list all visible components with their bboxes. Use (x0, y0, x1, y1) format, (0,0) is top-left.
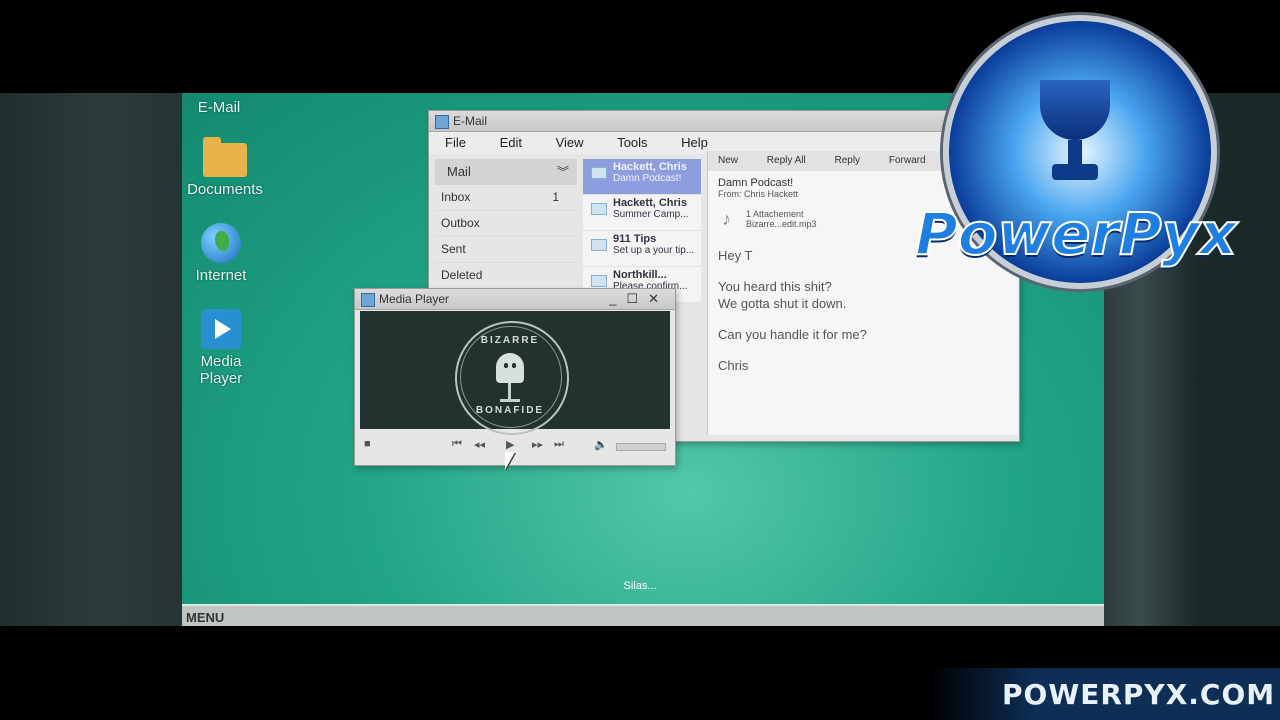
media-player-title: Media Player (379, 292, 450, 306)
powerpyx-logo-text: PowerPyx (914, 199, 1238, 269)
logo-text-top: BIZARRE (480, 335, 540, 346)
message-item[interactable]: Hackett, Chris Damn Podcast! (583, 159, 701, 195)
folder-deleted[interactable]: Deleted (435, 263, 577, 289)
folder-inbox[interactable]: Inbox 1 (435, 185, 577, 211)
folder-label: Deleted (441, 268, 483, 282)
microphone-base (500, 399, 520, 402)
menu-help[interactable]: Help (681, 135, 708, 150)
envelope-icon (591, 203, 607, 215)
ghost-icon (496, 353, 524, 383)
close-icon[interactable]: ✕ (648, 291, 669, 306)
folder-label: Outbox (441, 216, 480, 230)
taskbar: MENU (182, 604, 1104, 628)
message-sender: Hackett, Chris (613, 161, 687, 173)
video-area[interactable]: BIZARRE BONAFIDE (360, 311, 670, 435)
window-controls: _☐✕ (609, 289, 669, 309)
envelope-icon (591, 167, 607, 179)
email-titlebar[interactable]: E-Mail (429, 111, 1019, 132)
envelope-icon (591, 275, 607, 287)
body-line: Chris (718, 358, 749, 373)
media-player-window-icon (361, 293, 375, 307)
microphone-icon (508, 383, 511, 399)
message-subject: Set up a your tip... (613, 245, 695, 256)
folder-sent[interactable]: Sent (435, 237, 577, 263)
folder-icon (203, 137, 247, 177)
volume-slider[interactable] (616, 443, 666, 451)
desktop-icon-media-player[interactable]: Media Player (182, 309, 266, 387)
forward-button[interactable]: Forward (889, 155, 926, 166)
unread-count: 1 (552, 190, 559, 204)
fast-forward-icon[interactable]: ▸▸ (532, 438, 543, 451)
email-window-title: E-Mail (453, 114, 488, 128)
start-menu-button[interactable]: MENU (186, 610, 224, 625)
next-icon[interactable]: ⏭ (554, 438, 564, 451)
reply-button[interactable]: Reply (834, 155, 860, 166)
desktop-icon-label: E-Mail (197, 99, 241, 116)
desktop-icon-internet[interactable]: Internet (182, 223, 266, 284)
media-controls: ■ ⏮ ◂◂ ▶ ▸▸ ⏭ 🔈 (360, 435, 670, 457)
message-sender: Northkill... (613, 269, 667, 281)
desktop-icon-label: Documents (187, 181, 263, 198)
desktop-icon-email[interactable]: E-Mail (182, 99, 264, 116)
logo-text-bottom: BONAFIDE (475, 405, 545, 416)
message-subject: Summer Camp... (613, 209, 689, 220)
message-sender: 911 Tips (613, 233, 657, 245)
trophy-icon (1030, 80, 1120, 190)
body-line: You heard this shit? We gotta shut it do… (718, 279, 847, 311)
mouse-cursor-icon (505, 452, 515, 470)
media-player-icon (201, 309, 241, 349)
menu-view[interactable]: View (556, 135, 584, 150)
previous-icon[interactable]: ⏮ (452, 438, 462, 451)
message-subject: Damn Podcast! (613, 173, 682, 184)
chevron-down-icon[interactable]: ︾ (557, 159, 569, 185)
message-item[interactable]: 911 Tips Set up a your tip... (583, 231, 701, 267)
message-list: Hackett, Chris Damn Podcast! Hackett, Ch… (583, 159, 701, 303)
globe-icon (201, 223, 241, 263)
desktop-icon-label: Internet (195, 267, 247, 284)
new-button[interactable]: New (718, 155, 738, 166)
menu-file[interactable]: File (445, 135, 466, 150)
desktop-icon-documents[interactable]: Documents (182, 137, 270, 198)
folder-outbox[interactable]: Outbox (435, 211, 577, 237)
media-player-titlebar[interactable]: Media Player _☐✕ (355, 289, 675, 310)
website-url: POWERPYX.COM (1002, 678, 1276, 711)
stop-icon[interactable]: ■ (364, 438, 371, 450)
minimize-icon[interactable]: _ (609, 291, 626, 306)
message-sender: Hackett, Chris (613, 197, 687, 209)
volume-icon[interactable]: 🔈 (594, 438, 608, 451)
rewind-icon[interactable]: ◂◂ (474, 438, 485, 451)
menu-edit[interactable]: Edit (500, 135, 522, 150)
menu-tools[interactable]: Tools (617, 135, 647, 150)
maximize-icon[interactable]: ☐ (626, 291, 648, 306)
message-item[interactable]: Hackett, Chris Summer Camp... (583, 195, 701, 231)
mail-sidebar-header[interactable]: Mail ︾ (435, 159, 577, 185)
desktop-icon-label: Media Player (199, 353, 243, 387)
mail-header-label: Mail (447, 164, 471, 179)
media-player-window: Media Player _☐✕ BIZARRE BONAFIDE ■ ⏮ ◂◂… (354, 288, 676, 466)
envelope-icon (591, 239, 607, 251)
subtitle-caption: Silas... (623, 580, 657, 592)
play-icon[interactable]: ▶ (506, 438, 514, 451)
email-window-icon (435, 115, 449, 129)
mail-sidebar: Mail ︾ Inbox 1 Outbox Sent Deleted (435, 159, 577, 289)
folder-label: Sent (441, 242, 466, 256)
body-line: Can you handle it for me? (718, 327, 867, 342)
music-note-icon: ♪ (722, 209, 731, 229)
folder-label: Inbox (441, 190, 471, 204)
reply-all-button[interactable]: Reply All (767, 155, 806, 166)
message-subject-title: Damn Podcast! (718, 177, 794, 189)
